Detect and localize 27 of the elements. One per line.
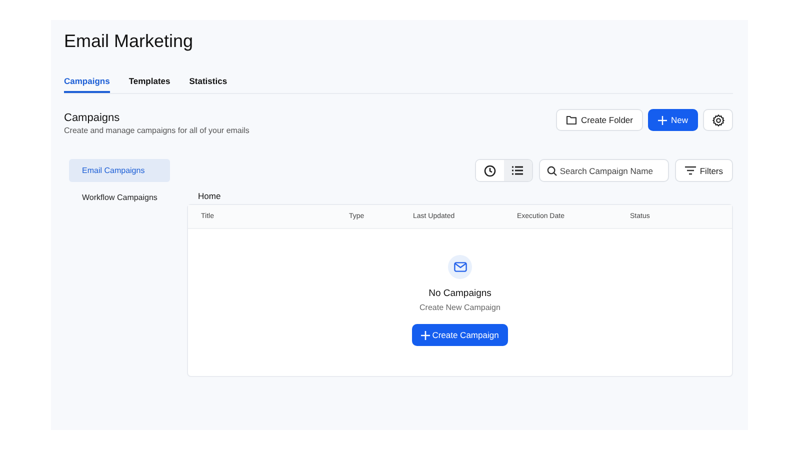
filter-icon: [684, 166, 696, 175]
tab[interactable]: Templates: [128, 71, 170, 93]
tab[interactable]: Statistics: [189, 71, 228, 93]
empty-title: No Campaigns: [428, 288, 492, 299]
list-view-button[interactable]: [504, 160, 532, 181]
list-icon: [512, 166, 524, 175]
plus-icon: [658, 116, 667, 124]
breadcrumb: Home: [197, 190, 222, 202]
new-button[interactable]: New: [648, 109, 698, 131]
page-title: Email Marketing: [64, 30, 194, 52]
clock-icon: [484, 164, 496, 176]
settings-button[interactable]: [703, 109, 733, 131]
folder-icon: [566, 115, 578, 125]
empty-subtitle: Create New Campaign: [420, 303, 500, 312]
section-title: Campaigns: [64, 111, 121, 125]
section-subtitle: Create and manage campaigns for all of your emails: [64, 125, 250, 137]
mail-icon: [448, 255, 472, 279]
tab[interactable]: Campaigns: [64, 71, 110, 93]
create-campaign-button[interactable]: Create Campaign: [412, 324, 508, 346]
search-icon: [546, 166, 557, 176]
sidebar-item[interactable]: Workflow Campaigns: [69, 186, 170, 209]
filters-button[interactable]: Filters: [674, 159, 733, 182]
plus-icon: [421, 330, 430, 340]
search-field[interactable]: Search Campaign Name: [538, 159, 669, 182]
create-folder-button[interactable]: Create Folder: [556, 109, 643, 131]
sidebar-item[interactable]: Email Campaigns: [69, 159, 170, 182]
settings-icon: [712, 114, 724, 126]
